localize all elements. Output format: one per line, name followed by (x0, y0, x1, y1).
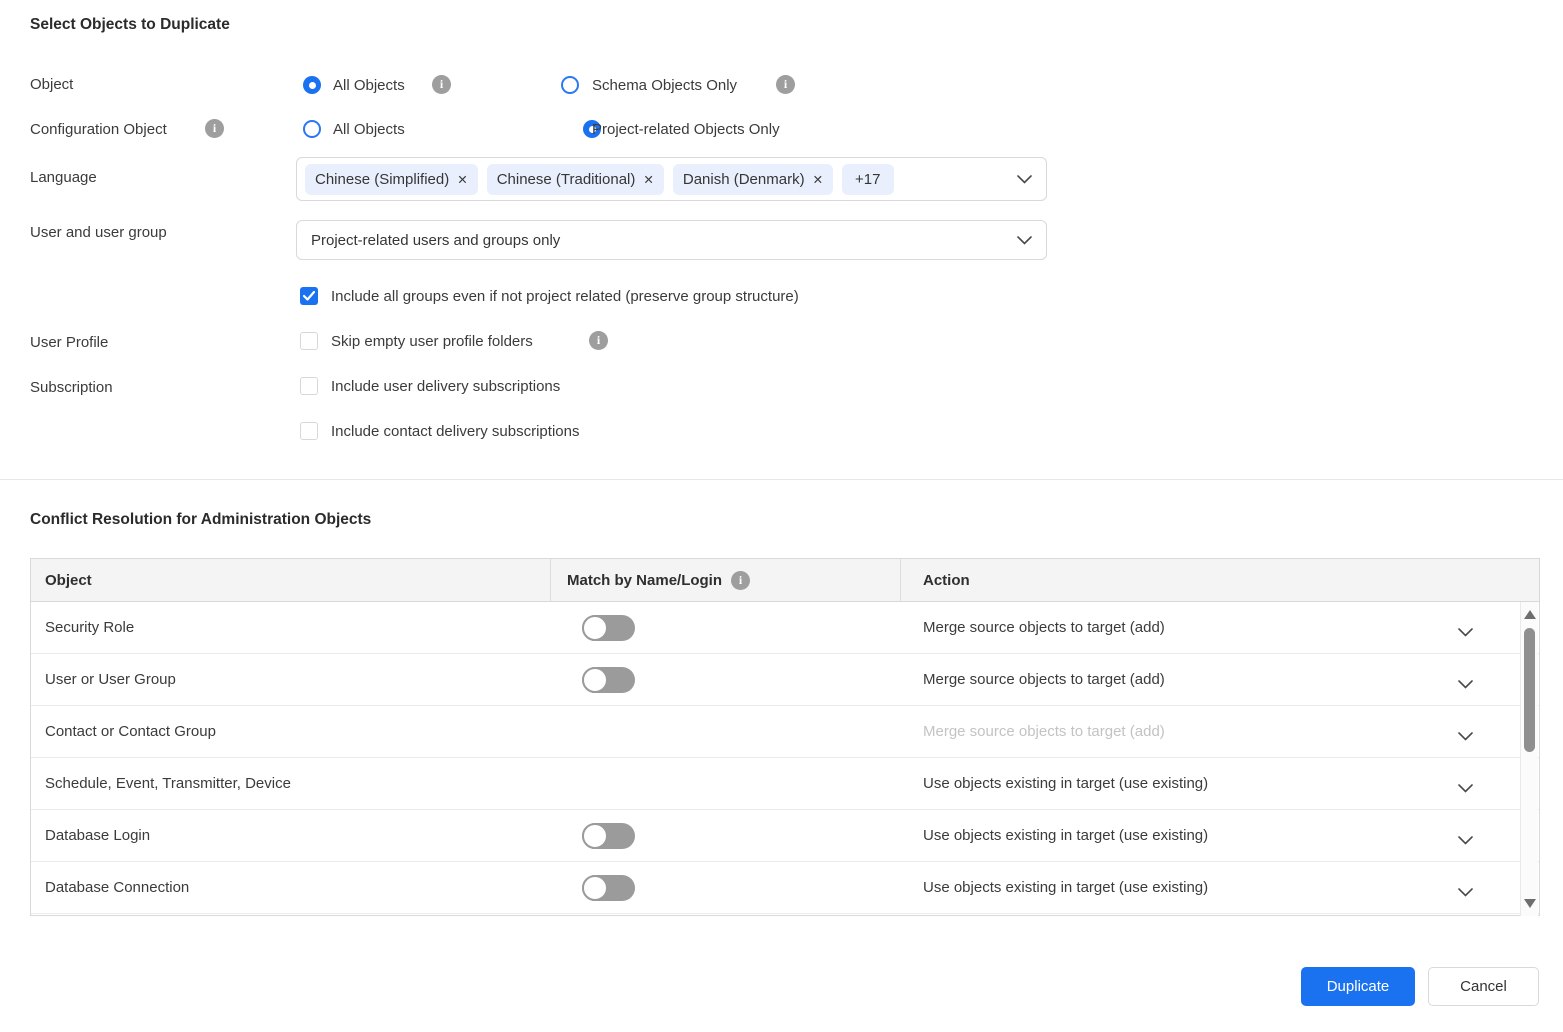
action-select-value[interactable]: Merge source objects to target (add) (923, 671, 1165, 688)
action-cell: Use objects existing in target (use exis… (901, 827, 1539, 844)
match-toggle[interactable] (582, 615, 635, 641)
partial-row (31, 914, 1539, 926)
check-icon (303, 291, 315, 301)
scrollbar-thumb[interactable] (1524, 628, 1535, 752)
table-row: Schedule, Event, Transmitter, Device Use… (31, 758, 1539, 810)
action-cell: Merge source objects to target (add) (901, 619, 1539, 636)
contact-delivery-subscriptions-checkbox[interactable] (300, 422, 318, 440)
chevron-down-icon[interactable] (1458, 728, 1473, 745)
language-tag: Chinese (Traditional) ✕ (487, 164, 664, 195)
select-objects-section-title: Select Objects to Duplicate (30, 16, 230, 34)
include-all-groups-label[interactable]: Include all groups even if not project r… (331, 288, 799, 305)
radio-schema-objects-only[interactable] (561, 76, 579, 94)
action-cell: Merge source objects to target (add) (901, 723, 1539, 740)
match-by-name-info-icon[interactable]: i (731, 571, 750, 590)
skip-empty-profile-label[interactable]: Skip empty user profile folders (331, 333, 533, 350)
radio-config-all-objects-label[interactable]: All Objects (333, 121, 405, 138)
subscription-label: Subscription (30, 379, 113, 396)
cancel-button[interactable]: Cancel (1428, 967, 1539, 1006)
match-toggle[interactable] (582, 667, 635, 693)
column-header-object: Object (31, 559, 551, 601)
language-tag-label: Chinese (Traditional) (497, 171, 636, 188)
column-header-match: Match by Name/Login i (551, 559, 901, 601)
match-cell (551, 615, 901, 641)
object-cell: Contact or Contact Group (31, 723, 551, 740)
table-row: Database Connection Use objects existing… (31, 862, 1539, 914)
duplicate-button[interactable]: Duplicate (1301, 967, 1415, 1006)
remove-tag-icon[interactable]: ✕ (813, 172, 823, 187)
section-divider (0, 479, 1563, 480)
column-header-action: Action (901, 559, 1539, 601)
chevron-down-icon[interactable] (1017, 232, 1032, 249)
conflict-resolution-table: Object Match by Name/Login i Action Secu… (30, 558, 1540, 916)
configuration-object-info-icon[interactable]: i (205, 119, 224, 138)
schema-objects-info-icon[interactable]: i (776, 75, 795, 94)
match-cell (551, 667, 901, 693)
match-toggle[interactable] (582, 823, 635, 849)
include-all-groups-checkbox[interactable] (300, 287, 318, 305)
match-cell (551, 875, 901, 901)
action-select-value[interactable]: Use objects existing in target (use exis… (923, 827, 1208, 844)
match-toggle[interactable] (582, 875, 635, 901)
chevron-down-icon[interactable] (1458, 780, 1473, 797)
action-cell: Merge source objects to target (add) (901, 671, 1539, 688)
action-select-value[interactable]: Merge source objects to target (add) (923, 619, 1165, 636)
radio-project-related-objects-only-label[interactable]: Project-related Objects Only (592, 121, 780, 138)
action-select-value[interactable]: Use objects existing in target (use exis… (923, 775, 1208, 792)
table-row: User or User Group Merge source objects … (31, 654, 1539, 706)
object-cell: Database Connection (31, 879, 551, 896)
language-tag-label: Danish (Denmark) (683, 171, 805, 188)
user-delivery-subscriptions-label[interactable]: Include user delivery subscriptions (331, 378, 560, 395)
remove-tag-icon[interactable]: ✕ (457, 172, 467, 187)
scroll-down-icon[interactable] (1524, 899, 1536, 908)
language-label: Language (30, 169, 97, 186)
configuration-object-label: Configuration Object (30, 121, 167, 138)
object-cell: Schedule, Event, Transmitter, Device (31, 775, 551, 792)
chevron-down-icon[interactable] (1458, 832, 1473, 849)
chevron-down-icon[interactable] (1458, 676, 1473, 693)
user-group-select[interactable]: Project-related users and groups only (296, 220, 1047, 260)
language-overflow-badge[interactable]: +17 (842, 164, 893, 195)
table-header-row: Object Match by Name/Login i Action (31, 559, 1539, 602)
table-scrollbar[interactable] (1520, 602, 1538, 916)
object-cell: Security Role (31, 619, 551, 636)
language-tag: Chinese (Simplified) ✕ (305, 164, 478, 195)
duplicate-project-dialog: Select Objects to Duplicate Object All O… (0, 0, 1563, 1032)
language-multiselect[interactable]: Chinese (Simplified) ✕ Chinese (Traditio… (296, 157, 1047, 201)
action-select-value: Merge source objects to target (add) (923, 723, 1165, 740)
scroll-up-icon[interactable] (1524, 610, 1536, 619)
user-group-select-value: Project-related users and groups only (311, 232, 560, 249)
language-tag-label: Chinese (Simplified) (315, 171, 449, 188)
object-cell: Database Login (31, 827, 551, 844)
action-cell: Use objects existing in target (use exis… (901, 775, 1539, 792)
chevron-down-icon[interactable] (1458, 624, 1473, 641)
chevron-down-icon[interactable] (1458, 884, 1473, 901)
skip-empty-profile-checkbox[interactable] (300, 332, 318, 350)
match-cell (551, 823, 901, 849)
radio-config-all-objects[interactable] (303, 120, 321, 138)
conflict-resolution-section-title: Conflict Resolution for Administration O… (30, 511, 371, 529)
radio-all-objects[interactable] (303, 76, 321, 94)
radio-all-objects-label[interactable]: All Objects (333, 77, 405, 94)
remove-tag-icon[interactable]: ✕ (643, 172, 653, 187)
contact-delivery-subscriptions-label[interactable]: Include contact delivery subscriptions (331, 423, 579, 440)
all-objects-info-icon[interactable]: i (432, 75, 451, 94)
object-label: Object (30, 76, 73, 93)
user-profile-label: User Profile (30, 334, 108, 351)
action-select-value[interactable]: Use objects existing in target (use exis… (923, 879, 1208, 896)
user-delivery-subscriptions-checkbox[interactable] (300, 377, 318, 395)
skip-empty-profile-info-icon[interactable]: i (589, 331, 608, 350)
chevron-down-icon[interactable] (1017, 171, 1032, 188)
table-row: Security Role Merge source objects to ta… (31, 602, 1539, 654)
object-cell: User or User Group (31, 671, 551, 688)
language-tag: Danish (Denmark) ✕ (673, 164, 833, 195)
action-cell: Use objects existing in target (use exis… (901, 879, 1539, 896)
user-and-user-group-label: User and user group (30, 224, 167, 241)
table-row: Database Login Use objects existing in t… (31, 810, 1539, 862)
radio-schema-objects-only-label[interactable]: Schema Objects Only (592, 77, 737, 94)
table-row: Contact or Contact Group Merge source ob… (31, 706, 1539, 758)
